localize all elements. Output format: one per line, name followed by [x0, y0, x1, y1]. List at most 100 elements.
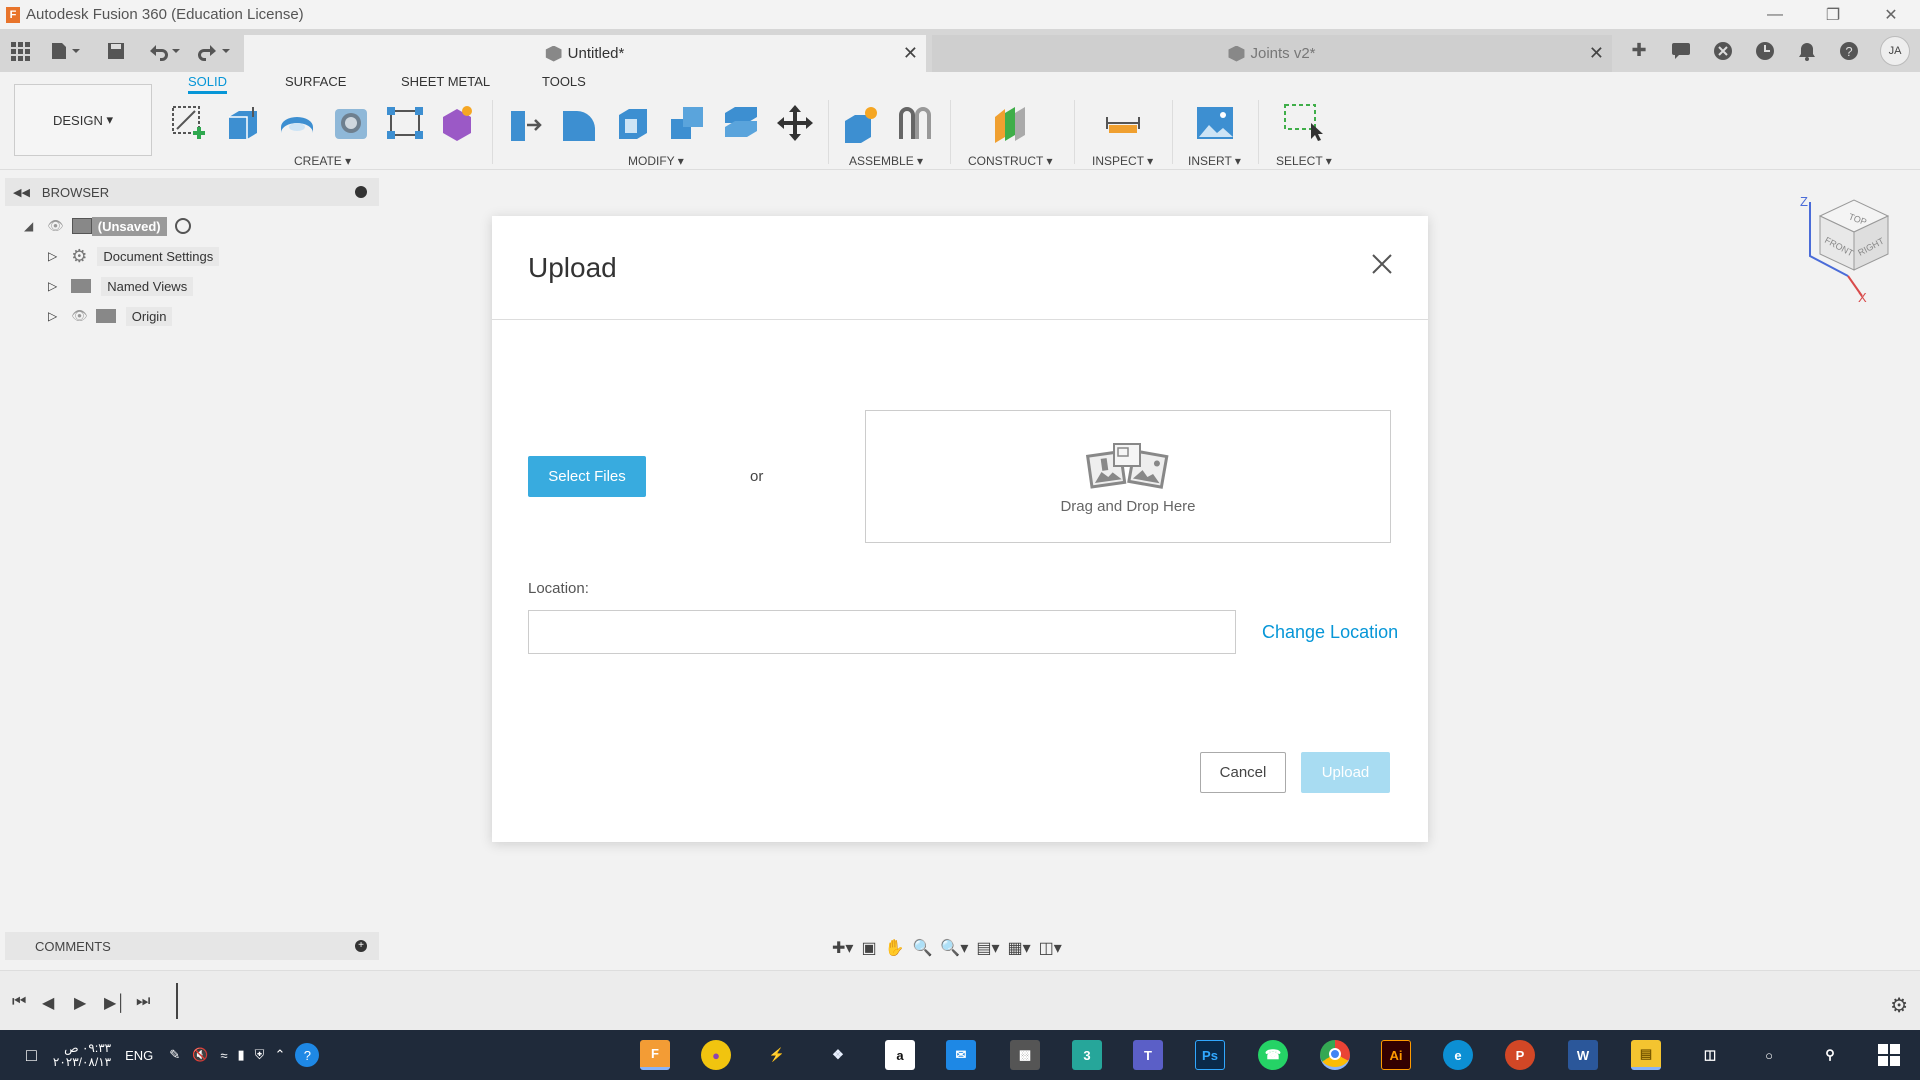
tab-solid[interactable]: SOLID [188, 74, 228, 94]
notifications-bell-icon[interactable] [1796, 40, 1818, 62]
display-settings-icon[interactable]: ▤▾ [976, 938, 999, 958]
undo-icon[interactable] [146, 29, 182, 72]
pattern-icon[interactable] [384, 102, 426, 144]
word-taskbar-icon[interactable]: W [1568, 1040, 1598, 1070]
upload-button[interactable]: Upload [1301, 752, 1390, 793]
group-assemble[interactable]: ASSEMBLE ▾ [849, 154, 923, 168]
clock[interactable]: ٠٩:٣٣ ص ٢٠٢٣/٠٨/١٣ [53, 1041, 111, 1069]
job-status-icon[interactable] [1754, 40, 1776, 62]
location-input[interactable] [528, 610, 1236, 654]
change-location-link[interactable]: Change Location [1262, 622, 1398, 643]
select-window-icon[interactable] [1282, 102, 1324, 144]
timeline-settings-gear-icon[interactable]: ⚙ [1890, 993, 1908, 1018]
3ds-taskbar-icon[interactable]: 3 [1072, 1040, 1102, 1070]
new-tab-plus-icon[interactable]: ✚ [1628, 40, 1650, 62]
timeline-marker[interactable] [176, 983, 178, 1019]
expand-triangle-icon[interactable]: ▷ [48, 309, 57, 323]
group-construct[interactable]: CONSTRUCT ▾ [968, 154, 1052, 168]
task-view-icon[interactable]: ◫ [1695, 1040, 1725, 1070]
chrome-taskbar-icon[interactable] [1320, 1040, 1350, 1070]
windows-start-icon[interactable] [1874, 1040, 1904, 1070]
apps-grid-icon[interactable] [10, 29, 30, 72]
extensions-icon[interactable] [1712, 40, 1734, 62]
look-at-icon[interactable]: ▣ [861, 938, 876, 958]
show-hidden-icons-chevron-icon[interactable]: ⌃ [274, 1047, 285, 1063]
group-inspect[interactable]: INSPECT ▾ [1092, 154, 1153, 168]
create-form-icon[interactable] [436, 102, 478, 144]
select-files-button[interactable]: Select Files [528, 456, 646, 497]
help-assistant-icon[interactable]: ? [295, 1043, 320, 1067]
workspace-design-dropdown[interactable]: DESIGN ▾ [14, 84, 152, 156]
close-tab-icon[interactable]: ✕ [1589, 43, 1604, 64]
timeline-play-icon[interactable]: ▶ [74, 993, 86, 1013]
tab-surface[interactable]: SURFACE [285, 74, 346, 89]
group-modify[interactable]: MODIFY ▾ [628, 154, 684, 168]
timeline-next-icon[interactable]: ▶│ [104, 993, 126, 1013]
new-component-icon[interactable] [840, 102, 882, 144]
fillet-icon[interactable] [558, 102, 600, 144]
tab-untitled[interactable]: Untitled* ✕ [244, 35, 926, 72]
view-cube[interactable]: Z X TOP FRONT RIGHT [1800, 194, 1900, 305]
redo-icon[interactable] [196, 29, 232, 72]
move-copy-icon[interactable] [774, 102, 816, 144]
combine-icon[interactable] [666, 102, 708, 144]
activate-radio-icon[interactable] [174, 218, 191, 234]
create-sketch-icon[interactable] [168, 102, 210, 144]
browser-pin-icon[interactable] [355, 186, 367, 198]
user-avatar[interactable]: JA [1880, 35, 1910, 66]
file-menu-icon[interactable] [50, 29, 82, 72]
close-dialog-icon[interactable] [1370, 252, 1394, 276]
pen-icon[interactable]: ✎ [169, 1047, 180, 1063]
amazon-taskbar-icon[interactable]: a [885, 1040, 915, 1070]
fusion-taskbar-icon[interactable]: F [640, 1040, 670, 1070]
drag-drop-zone[interactable]: Drag and Drop Here [865, 410, 1391, 543]
revolve-icon[interactable] [276, 102, 318, 144]
tree-item-document-settings[interactable]: ▷ ⚙ Document Settings [48, 243, 220, 269]
close-tab-icon[interactable]: ✕ [903, 43, 918, 64]
expand-triangle-icon[interactable]: ▷ [48, 279, 57, 293]
teams-taskbar-icon[interactable]: T [1133, 1040, 1163, 1070]
file-explorer-taskbar-icon[interactable]: ▤ [1631, 1040, 1661, 1070]
fit-zoom-icon[interactable]: 🔍▾ [940, 938, 968, 958]
insert-image-icon[interactable] [1194, 102, 1236, 144]
viewports-icon[interactable]: ◫▾ [1039, 938, 1062, 958]
tree-item-origin[interactable]: ▷ 👁 Origin [48, 303, 173, 329]
brave-taskbar-icon[interactable]: ● [701, 1040, 731, 1070]
cancel-button[interactable]: Cancel [1200, 752, 1286, 793]
whatsapp-taskbar-icon[interactable]: ☎ [1258, 1040, 1288, 1070]
group-create[interactable]: CREATE ▾ [294, 154, 351, 168]
pan-hand-icon[interactable]: ✋ [885, 938, 905, 958]
store-taskbar-icon[interactable]: ▩ [1010, 1040, 1040, 1070]
hole-icon[interactable] [330, 102, 372, 144]
restore-button[interactable]: ❐ [1804, 0, 1862, 29]
press-pull-icon[interactable] [504, 102, 546, 144]
grid-settings-icon[interactable]: ▦▾ [1008, 938, 1031, 958]
shell-icon[interactable] [612, 102, 654, 144]
tab-sheet-metal[interactable]: SHEET METAL [401, 74, 490, 89]
visibility-eye-icon[interactable]: 👁 [47, 218, 64, 234]
battery-icon[interactable]: ▮ [238, 1047, 245, 1063]
wifi-icon[interactable]: ≈ [220, 1048, 227, 1063]
notification-center-icon[interactable]: □ [26, 1045, 37, 1066]
cortana-circle-icon[interactable]: ○ [1754, 1040, 1784, 1070]
timeline-start-icon[interactable]: ⏮ [12, 993, 26, 1011]
orbit-icon[interactable]: ✚▾ [832, 938, 853, 958]
save-icon[interactable] [106, 29, 126, 72]
visibility-eye-icon[interactable]: 👁 [71, 308, 88, 324]
expand-triangle-icon[interactable]: ◢ [24, 219, 33, 233]
security-shield-icon[interactable]: ⛨ [255, 1047, 265, 1063]
edge-taskbar-icon[interactable]: e [1443, 1040, 1473, 1070]
language-indicator[interactable]: ENG [125, 1048, 153, 1063]
volume-muted-icon[interactable]: 🔇 [192, 1047, 208, 1063]
close-window-button[interactable]: ✕ [1862, 0, 1920, 29]
group-select[interactable]: SELECT ▾ [1276, 154, 1332, 168]
chat-icon[interactable] [1670, 40, 1692, 62]
tab-joints-v2[interactable]: Joints v2* ✕ [932, 35, 1612, 72]
tab-tools[interactable]: TOOLS [542, 74, 586, 89]
group-insert[interactable]: INSERT ▾ [1188, 154, 1241, 168]
minimize-button[interactable]: — [1746, 0, 1804, 29]
expand-triangle-icon[interactable]: ▷ [48, 249, 57, 263]
add-comment-icon[interactable]: + [355, 940, 367, 952]
extrude-icon[interactable] [222, 102, 264, 144]
timeline-end-icon[interactable]: ⏭ [136, 993, 150, 1011]
